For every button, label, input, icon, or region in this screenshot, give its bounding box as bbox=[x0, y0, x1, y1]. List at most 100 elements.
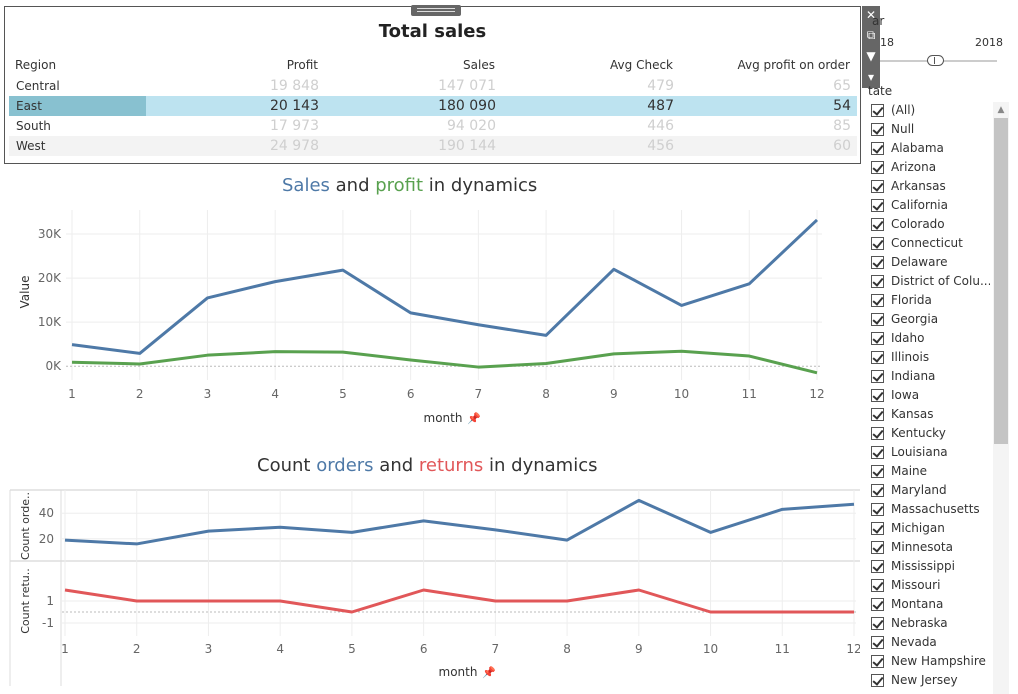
state-filter-item[interactable]: Indiana bbox=[870, 368, 990, 387]
state-filter-item[interactable]: Georgia bbox=[870, 311, 990, 330]
sales-cell: 147 071 bbox=[438, 78, 496, 94]
checkbox-checked-icon[interactable] bbox=[871, 142, 884, 155]
table-row[interactable]: West 24 978 190 144 456 60 bbox=[9, 136, 857, 156]
state-filter-label: Nebraska bbox=[891, 616, 948, 630]
checkbox-checked-icon[interactable] bbox=[871, 446, 884, 459]
year-max-label: 2018 bbox=[975, 36, 1003, 49]
state-filter-item[interactable]: Idaho bbox=[870, 330, 990, 349]
year-slider-handle[interactable] bbox=[927, 55, 944, 66]
checkbox-checked-icon[interactable] bbox=[871, 294, 884, 307]
scroll-up-icon[interactable]: ▲ bbox=[993, 102, 1009, 118]
header-profit: Profit bbox=[286, 58, 318, 72]
x-axis-label: month bbox=[439, 665, 478, 679]
state-filter-label: District of Colu... bbox=[891, 274, 990, 288]
checkbox-checked-icon[interactable] bbox=[871, 636, 884, 649]
state-filter-item[interactable]: District of Colu... bbox=[870, 273, 990, 292]
state-filter-item[interactable]: Kansas bbox=[870, 406, 990, 425]
table-title: Total sales bbox=[378, 21, 487, 42]
state-filter-item[interactable]: California bbox=[870, 197, 990, 216]
table-row[interactable]: Central 19 848 147 071 479 65 bbox=[9, 76, 857, 96]
checkbox-checked-icon[interactable] bbox=[871, 332, 884, 345]
state-filter-label: Louisiana bbox=[891, 445, 948, 459]
state-filter-item[interactable]: Missouri bbox=[870, 577, 990, 596]
x-tick-label: 1 bbox=[61, 642, 69, 656]
checkbox-checked-icon[interactable] bbox=[871, 541, 884, 554]
checkbox-checked-icon[interactable] bbox=[871, 427, 884, 440]
state-filter-item[interactable]: Florida bbox=[870, 292, 990, 311]
state-filter-item[interactable]: Arkansas bbox=[870, 178, 990, 197]
chart1-title: Sales and profit in dynamics bbox=[282, 175, 537, 196]
checkbox-checked-icon[interactable] bbox=[871, 579, 884, 592]
state-filter-item[interactable]: Michigan bbox=[870, 520, 990, 539]
table-row-selected[interactable]: East 20 143 180 090 487 54 bbox=[9, 96, 857, 116]
checkbox-checked-icon[interactable] bbox=[871, 674, 884, 687]
y-tick-label: 20 bbox=[39, 532, 54, 546]
state-filter-item[interactable]: Montana bbox=[870, 596, 990, 615]
state-filter-item[interactable]: Connecticut bbox=[870, 235, 990, 254]
checkbox-checked-icon[interactable] bbox=[871, 465, 884, 478]
state-filter-label: California bbox=[891, 198, 948, 212]
checkbox-checked-icon[interactable] bbox=[871, 351, 884, 364]
state-filter-item[interactable]: (All) bbox=[870, 102, 990, 121]
state-filter-item[interactable]: New Hampshire bbox=[870, 653, 990, 672]
year-filter-label: ar bbox=[872, 14, 885, 28]
state-filter-item[interactable]: Nebraska bbox=[870, 615, 990, 634]
checkbox-checked-icon[interactable] bbox=[871, 484, 884, 497]
state-filter-item[interactable]: Alabama bbox=[870, 140, 990, 159]
y-axis-label: Count orde.. bbox=[19, 492, 32, 560]
state-filter-item[interactable]: New Jersey bbox=[870, 672, 990, 691]
state-filter-item[interactable]: Massachusetts bbox=[870, 501, 990, 520]
checkbox-checked-icon[interactable] bbox=[871, 180, 884, 193]
year-min-label: 18 bbox=[880, 36, 894, 49]
state-filter-label: Georgia bbox=[891, 312, 939, 326]
sales-cell: 94 020 bbox=[447, 118, 496, 134]
state-filter-item[interactable]: Arizona bbox=[870, 159, 990, 178]
checkbox-checked-icon[interactable] bbox=[871, 408, 884, 421]
checkbox-checked-icon[interactable] bbox=[871, 123, 884, 136]
state-filter-label: Massachusetts bbox=[891, 502, 980, 516]
state-filter-item[interactable]: Louisiana bbox=[870, 444, 990, 463]
orders-returns-chart: 2040Count orde..-11Count retu..1 2 3 4 5 6 7 8 9… bbox=[9, 489, 860, 686]
state-filter-item[interactable]: Mississippi bbox=[870, 558, 990, 577]
state-filter-item[interactable]: Illinois bbox=[870, 349, 990, 368]
x-tick-label: 5 bbox=[348, 642, 356, 656]
checkbox-checked-icon[interactable] bbox=[871, 199, 884, 212]
checkbox-checked-icon[interactable] bbox=[871, 256, 884, 269]
state-filter-item[interactable]: Minnesota bbox=[870, 539, 990, 558]
state-filter-item[interactable]: Kentucky bbox=[870, 425, 990, 444]
checkbox-checked-icon[interactable] bbox=[871, 617, 884, 630]
state-filter-item[interactable]: Colorado bbox=[870, 216, 990, 235]
x-tick-label: 6 bbox=[420, 642, 428, 656]
checkbox-checked-icon[interactable] bbox=[871, 104, 884, 117]
checkbox-checked-icon[interactable] bbox=[871, 598, 884, 611]
checkbox-checked-icon[interactable] bbox=[871, 237, 884, 250]
state-filter-item[interactable]: Iowa bbox=[870, 387, 990, 406]
state-filter-item[interactable]: Nevada bbox=[870, 634, 990, 653]
checkbox-checked-icon[interactable] bbox=[871, 560, 884, 573]
checkbox-checked-icon[interactable] bbox=[871, 161, 884, 174]
checkbox-checked-icon[interactable] bbox=[871, 218, 884, 231]
x-tick-label: 8 bbox=[542, 387, 550, 401]
state-filter-item[interactable]: Maryland bbox=[870, 482, 990, 501]
scrollbar-thumb[interactable] bbox=[994, 118, 1008, 444]
checkbox-checked-icon[interactable] bbox=[871, 389, 884, 402]
chart2-title-orders: orders bbox=[316, 455, 374, 476]
table-row[interactable]: South 17 973 94 020 446 85 bbox=[9, 116, 857, 136]
filter-icon[interactable]: ▼ bbox=[862, 47, 880, 65]
avg-check-cell: 456 bbox=[647, 138, 674, 154]
checkbox-checked-icon[interactable] bbox=[871, 522, 884, 535]
checkbox-checked-icon[interactable] bbox=[871, 275, 884, 288]
state-list-scrollbar[interactable]: ▲ bbox=[993, 102, 1009, 694]
checkbox-checked-icon[interactable] bbox=[871, 313, 884, 326]
state-filter-label: Illinois bbox=[891, 350, 930, 364]
checkbox-checked-icon[interactable] bbox=[871, 503, 884, 516]
state-filter-item[interactable]: Delaware bbox=[870, 254, 990, 273]
drag-handle[interactable] bbox=[411, 5, 461, 16]
state-filter-item[interactable]: Maine bbox=[870, 463, 990, 482]
checkbox-checked-icon[interactable] bbox=[871, 655, 884, 668]
state-filter-label: Null bbox=[891, 122, 915, 136]
total-sales-table: Total sales Region Profit Sales Avg Chec… bbox=[4, 5, 861, 164]
checkbox-checked-icon[interactable] bbox=[871, 370, 884, 383]
state-filter-item[interactable]: Null bbox=[870, 121, 990, 140]
popout-icon[interactable]: ⧉ bbox=[862, 26, 880, 44]
